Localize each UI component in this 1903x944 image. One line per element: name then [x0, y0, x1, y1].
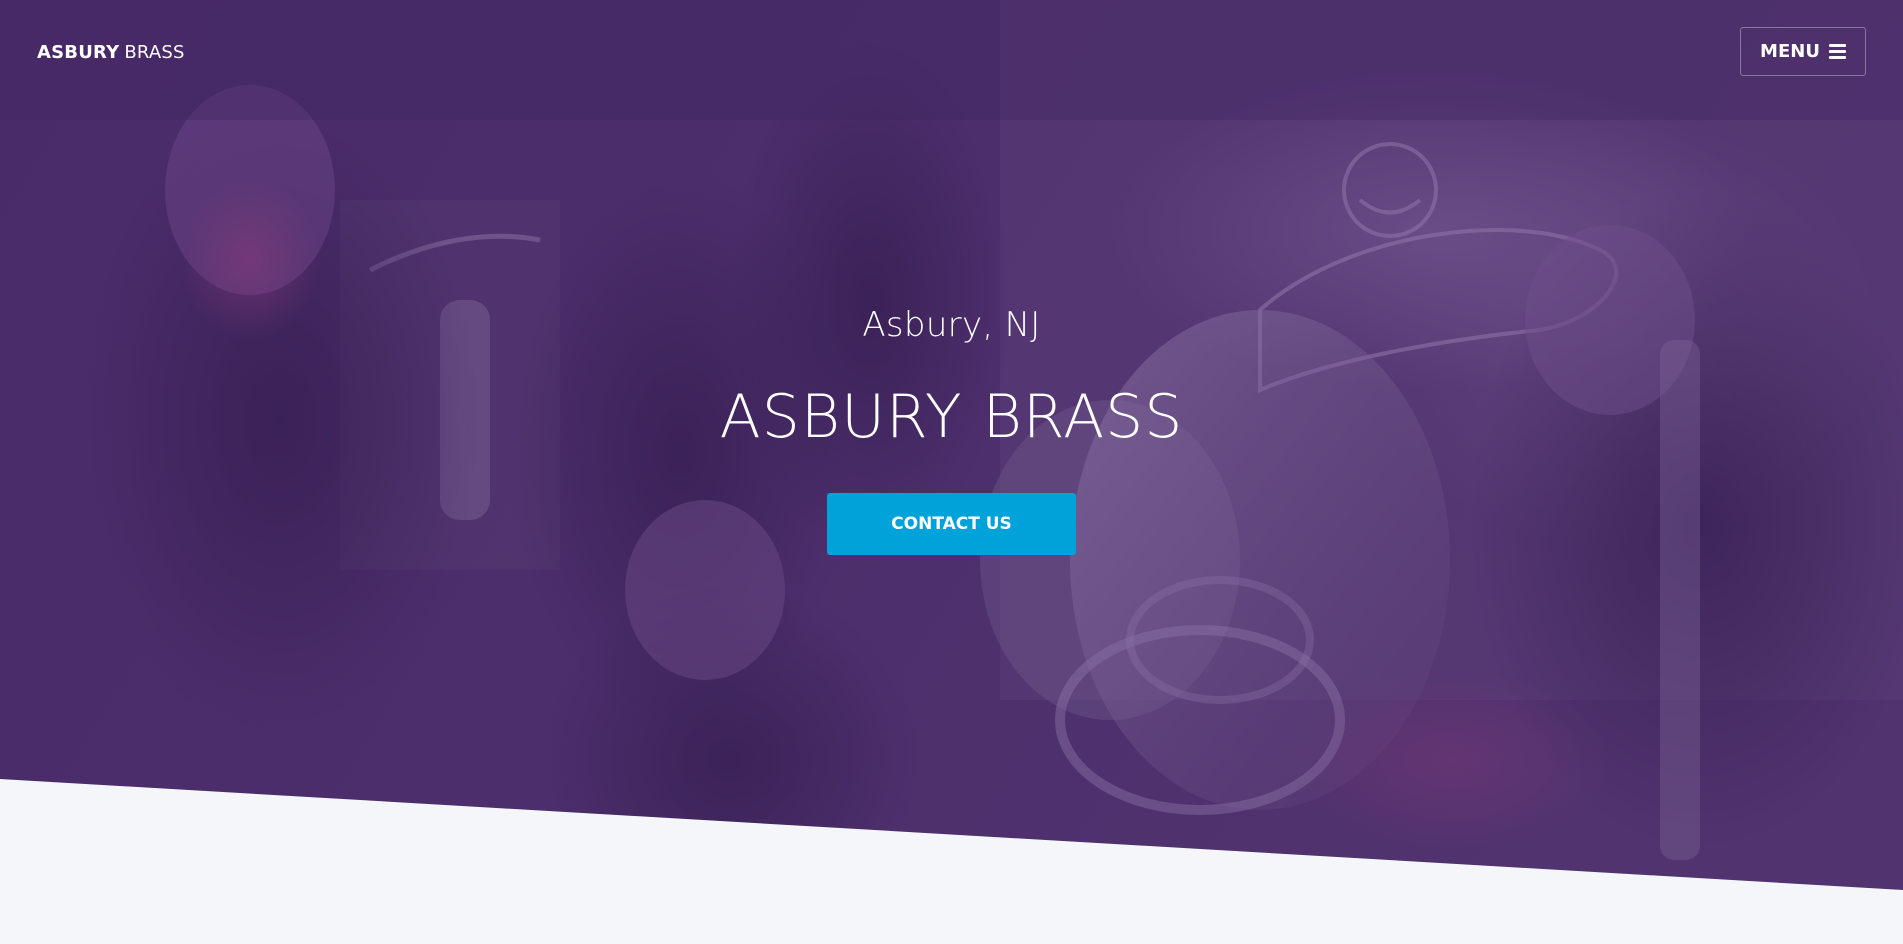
hero-title: ASBURY BRASS — [719, 382, 1184, 452]
hamburger-icon — [1828, 44, 1846, 59]
contact-us-button[interactable]: CONTACT US — [827, 493, 1076, 555]
navbar: ASBURY BRASS MENU — [0, 0, 1903, 106]
hero-section: ASBURY BRASS MENU Asbury, NJ ASBURY BRASS… — [0, 0, 1903, 944]
hero-location: Asbury, NJ — [862, 305, 1041, 345]
brand-name-bold: ASBURY — [37, 42, 120, 63]
menu-button-label: MENU — [1760, 41, 1820, 62]
brand-name-light: BRASS — [124, 42, 185, 63]
brand-logo-link[interactable]: ASBURY BRASS — [37, 42, 185, 63]
contact-us-button-label: CONTACT US — [891, 514, 1012, 534]
menu-button[interactable]: MENU — [1740, 27, 1866, 76]
hero-background-image — [0, 0, 1903, 944]
